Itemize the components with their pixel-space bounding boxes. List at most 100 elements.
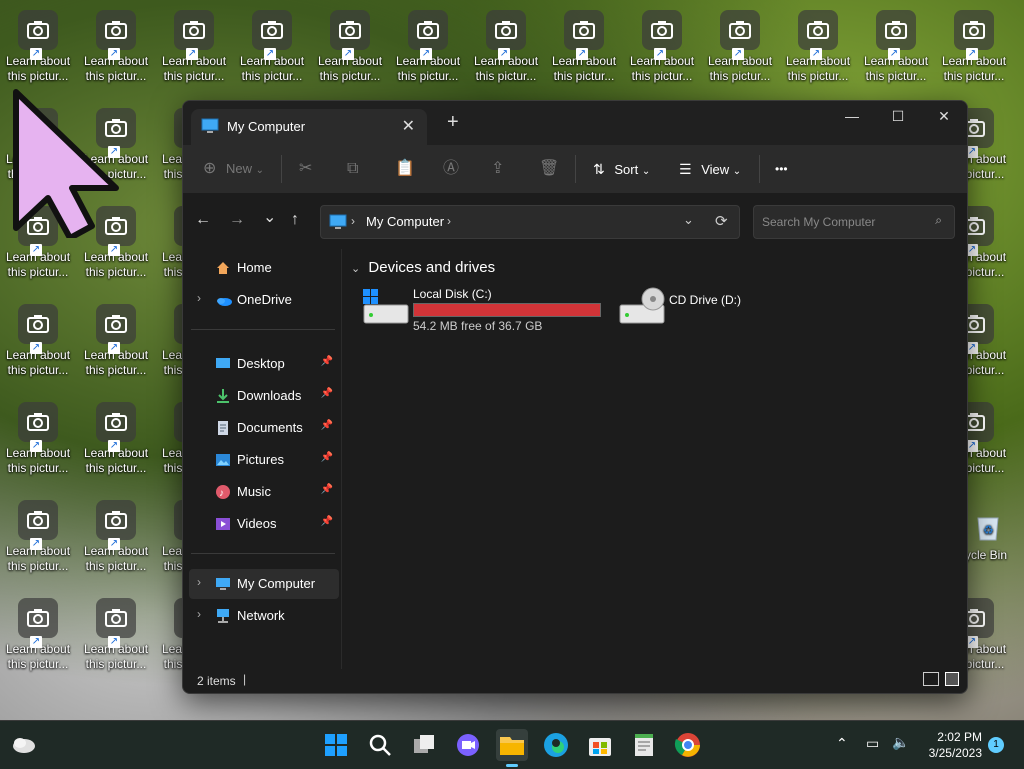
sidebar-item-documents[interactable]: Documents 📌 <box>189 413 339 443</box>
desktop-shortcut[interactable]: ↗Learn aboutthis pictur... <box>78 0 154 90</box>
desktop-shortcut[interactable]: ↗Learn aboutthis pictur... <box>546 0 622 90</box>
desktop-shortcut[interactable]: ↗Learn aboutthis pictur... <box>858 0 934 90</box>
desktop-shortcut[interactable]: ↗Learn aboutthis pictur... <box>78 588 154 678</box>
minimize-button[interactable]: — <box>829 101 875 133</box>
desktop-shortcut[interactable]: ↗Learn aboutthis pictur... <box>780 0 856 90</box>
sidebar-item-pictures[interactable]: Pictures 📌 <box>189 445 339 475</box>
desktop-shortcut[interactable]: ↗Learn aboutthis pictur... <box>312 0 388 90</box>
chat-icon[interactable] <box>452 729 484 761</box>
drive-local-disk-c[interactable]: Local Disk (C:) 54.2 MB free of 36.7 GB <box>361 285 601 333</box>
camera-icon: ↗ <box>18 598 58 648</box>
start-windows-icon[interactable] <box>320 729 352 761</box>
desktop-shortcut[interactable]: ↗Learn aboutthis pictur... <box>0 392 76 482</box>
close-button[interactable]: ✕ <box>921 101 967 133</box>
new-button[interactable]: ⊕ New ⌄ <box>203 157 264 181</box>
desktop-shortcut[interactable]: ↗Learn aboutthis pictur... <box>78 392 154 482</box>
sort-button[interactable]: ⇅ Sort ⌄ <box>593 157 650 181</box>
desktop-shortcut[interactable]: ↗Learn aboutthis pictur... <box>0 588 76 678</box>
network-tray-icon[interactable]: ▭ <box>866 735 879 752</box>
clock[interactable]: 2:02 PM 3/25/2023 <box>929 729 982 761</box>
sidebar-item-label: Pictures <box>237 452 284 467</box>
sidebar-item-label: Home <box>237 260 272 275</box>
address-bar[interactable]: › My Computer › ⌄ ⟳ <box>320 205 740 239</box>
notepad-icon[interactable] <box>628 729 660 761</box>
chevron-right-icon: › <box>351 214 355 228</box>
new-tab-button[interactable]: + <box>447 111 459 134</box>
delete-icon[interactable]: 🗑 <box>539 157 559 181</box>
desktop-shortcut[interactable]: ↗Learn aboutthis pictur... <box>78 490 154 580</box>
shortcut-arrow-icon: ↗ <box>342 48 354 60</box>
tab-my-computer[interactable]: My Computer ✕ <box>191 109 427 145</box>
volume-icon[interactable]: 🔈 <box>892 734 909 751</box>
shortcut-arrow-icon: ↗ <box>108 538 120 550</box>
view-button[interactable]: ☰ View ⌄ <box>679 157 741 181</box>
sidebar-item-network[interactable]: › Network <box>189 601 339 631</box>
tiles-view-icon[interactable] <box>945 672 959 686</box>
forward-button[interactable]: → <box>229 211 245 229</box>
address-history-chevron-icon[interactable]: ⌄ <box>683 212 694 228</box>
shortcut-label-line2: this pictur... <box>787 69 849 83</box>
details-view-icon[interactable] <box>923 672 939 686</box>
pin-icon: 📌 <box>320 484 333 495</box>
desktop-shortcut[interactable]: ↗Learn aboutthis pictur... <box>78 294 154 384</box>
sidebar-item-desktop[interactable]: Desktop 📌 <box>189 349 339 379</box>
shortcut-label-line2: this pictur... <box>709 69 771 83</box>
sidebar-item-onedrive[interactable]: › OneDrive <box>189 285 339 315</box>
chevron-right-icon[interactable]: › <box>197 575 201 589</box>
paste-icon[interactable]: 📋 <box>395 157 415 181</box>
weather-icon[interactable] <box>10 729 42 761</box>
sidebar-item-downloads[interactable]: Downloads 📌 <box>189 381 339 411</box>
share-icon[interactable]: ⇪ <box>491 157 504 181</box>
address-path[interactable]: My Computer <box>366 214 444 229</box>
rename-icon[interactable]: Ⓐ <box>443 157 459 181</box>
search-icon[interactable] <box>364 729 396 761</box>
desktop-shortcut[interactable]: ↗Learn aboutthis pictur... <box>936 0 1012 90</box>
pane-divider[interactable] <box>341 249 342 669</box>
desktop-shortcut[interactable]: ↗Learn aboutthis pictur... <box>0 490 76 580</box>
desktop-shortcut[interactable]: ↗Learn aboutthis pictur... <box>156 0 232 90</box>
desktop-shortcut[interactable]: ↗Learn aboutthis pictur... <box>624 0 700 90</box>
drive-cd-d[interactable]: CD Drive (D:) <box>617 285 817 333</box>
chrome-icon[interactable] <box>672 729 704 761</box>
chevron-down-icon: ⌄ <box>351 263 361 275</box>
tray-overflow-button[interactable]: ⌃ <box>836 735 848 752</box>
recent-locations-button[interactable]: ⌄ <box>263 207 276 227</box>
desktop-shortcut[interactable]: ↗Learn aboutthis pictur... <box>468 0 544 90</box>
sidebar-item-music[interactable]: ♪ Music 📌 <box>189 477 339 507</box>
notification-badge[interactable]: 1 <box>988 737 1004 753</box>
shortcut-label-line2: this pictur... <box>85 559 147 573</box>
sidebar-item-my-computer[interactable]: › My Computer <box>189 569 339 599</box>
sidebar-item-videos[interactable]: Videos 📌 <box>189 509 339 539</box>
divider <box>281 155 282 183</box>
up-button[interactable]: ↑ <box>291 211 299 229</box>
desktop-shortcut[interactable]: ↗Learn aboutthis pictur... <box>0 0 76 90</box>
desktop-shortcut[interactable]: ↗Learn aboutthis pictur... <box>390 0 466 90</box>
chevron-down-icon: ⌄ <box>641 166 651 177</box>
cd-drive-icon <box>619 287 665 324</box>
desktop-shortcut[interactable]: ↗Learn aboutthis pictur... <box>234 0 310 90</box>
chevron-right-icon[interactable]: › <box>197 291 201 305</box>
file-explorer-taskbar-icon[interactable] <box>496 729 528 767</box>
group-header-devices[interactable]: ⌄ Devices and drives <box>351 259 495 276</box>
desktop-shortcut[interactable]: ↗Learn aboutthis pictur... <box>702 0 778 90</box>
chevron-right-icon[interactable]: › <box>197 607 201 621</box>
shortcut-label-line2: this pictur... <box>7 559 69 573</box>
sidebar-item-home[interactable]: Home <box>189 253 339 283</box>
more-options-button[interactable]: ••• <box>775 157 788 181</box>
edge-browser-icon[interactable] <box>540 729 572 761</box>
maximize-button[interactable]: ☐ <box>875 101 921 133</box>
copy-icon[interactable]: ⧉ <box>347 157 358 181</box>
task-view-icon[interactable] <box>408 729 440 761</box>
desktop-shortcut[interactable]: ↗Learn aboutthis pictur... <box>0 294 76 384</box>
sort-icon: ⇅ <box>593 161 605 177</box>
refresh-button[interactable]: ⟳ <box>715 212 728 230</box>
cut-icon[interactable]: ✂ <box>299 157 312 181</box>
shortcut-label-line2: this pictur... <box>7 657 69 671</box>
item-count: 2 items <box>197 674 236 688</box>
search-box[interactable]: Search My Computer ⌕ <box>753 205 955 239</box>
tab-close-button[interactable]: ✕ <box>402 116 415 136</box>
shortcut-arrow-icon: ↗ <box>108 48 120 60</box>
back-button[interactable]: ← <box>195 211 211 229</box>
store-icon[interactable] <box>584 729 616 761</box>
divider <box>191 553 335 554</box>
